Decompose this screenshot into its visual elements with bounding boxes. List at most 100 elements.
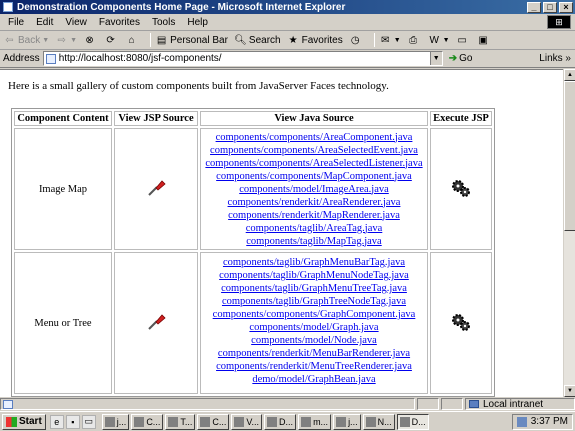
column-header: Component Content — [14, 111, 112, 126]
folder-icon — [336, 416, 347, 427]
discuss-icon: ▭ — [457, 34, 467, 46]
scroll-up-button[interactable]: ▲ — [564, 69, 575, 81]
menu-file[interactable]: File — [2, 17, 30, 28]
search-icon: 🔍︎ — [234, 34, 247, 46]
task-button[interactable]: C... — [197, 413, 230, 430]
print-button[interactable]: ⎙ — [407, 34, 422, 47]
command-prompt-icon[interactable]: ▪ — [65, 414, 80, 429]
java-source-link[interactable]: components/model/ImageArea.java — [201, 183, 427, 196]
java-source-link[interactable]: components/components/AreaSelectedListen… — [201, 157, 427, 170]
home-button[interactable]: ⌂ — [125, 34, 140, 47]
task-button[interactable]: D... — [264, 413, 297, 430]
java-source-link[interactable]: components/taglib/MapTag.java — [201, 235, 427, 248]
address-url[interactable]: http://localhost:8080/jsf-components/ — [59, 53, 430, 64]
mail-button[interactable]: ✉ ▼ — [379, 34, 401, 47]
desktop-icon[interactable]: ▭ — [81, 414, 96, 429]
address-input[interactable]: http://localhost:8080/jsf-components/ ▼ — [42, 51, 443, 66]
stop-button[interactable]: ⊗ — [83, 34, 98, 47]
intranet-icon — [469, 400, 479, 408]
java-source-link[interactable]: components/renderkit/MapRenderer.java — [201, 209, 427, 222]
java-source-link[interactable]: components/renderkit/MenuTreeRenderer.ja… — [201, 360, 427, 373]
close-button[interactable]: × — [559, 1, 573, 13]
menu-edit[interactable]: Edit — [30, 17, 59, 28]
personal-bar-button[interactable]: ▤ Personal Bar — [155, 34, 228, 47]
task-button[interactable]: j... — [333, 413, 361, 430]
forward-button[interactable]: ⇨ ▼ — [55, 34, 77, 47]
edit-button[interactable]: W ▼ — [428, 34, 449, 47]
task-button[interactable]: V... — [231, 413, 263, 430]
back-button[interactable]: ⇦ Back ▼ — [3, 34, 49, 47]
java-source-link[interactable]: components/components/GraphComponent.jav… — [201, 308, 427, 321]
component-name: Image Map — [14, 128, 112, 250]
java-source-link[interactable]: components/taglib/AreaTag.java — [201, 222, 427, 235]
task-label: V... — [246, 416, 260, 427]
screwdriver-icon — [148, 179, 166, 196]
java-source-link[interactable]: components/renderkit/MenuBarRenderer.jav… — [201, 347, 427, 360]
history-button[interactable]: ◷ — [349, 34, 364, 47]
view-jsp-source-link[interactable] — [114, 252, 198, 394]
java-source-link[interactable]: components/renderkit/AreaRenderer.java — [201, 196, 427, 209]
minimize-button[interactable]: _ — [527, 1, 541, 13]
personal-bar-label: Personal Bar — [170, 34, 228, 46]
gears-icon — [452, 179, 470, 197]
clock[interactable]: 3:37 PM — [531, 416, 568, 427]
gears-icon — [452, 313, 470, 331]
task-button-active[interactable]: D... — [396, 413, 429, 430]
menu-help[interactable]: Help — [181, 17, 214, 28]
java-source-link[interactable]: components/components/AreaComponent.java — [201, 131, 427, 144]
ie-throbber-icon: ⊞ — [547, 15, 571, 29]
console-icon — [168, 416, 179, 427]
search-button[interactable]: 🔍︎ Search — [234, 34, 281, 47]
java-source-link[interactable]: components/taglib/GraphMenuNodeTag.java — [201, 269, 427, 282]
maximize-button[interactable]: □ — [543, 1, 557, 13]
favorites-button[interactable]: ★ Favorites — [287, 34, 343, 47]
stop-icon: ⊗ — [85, 34, 94, 46]
ie-page-icon — [3, 2, 13, 12]
task-button[interactable]: C... — [131, 413, 164, 430]
java-source-link[interactable]: components/components/AreaSelectedEvent.… — [201, 144, 427, 157]
links-button[interactable]: Links » — [539, 53, 571, 64]
menu-view[interactable]: View — [59, 17, 93, 28]
refresh-button[interactable]: ⟳ — [104, 34, 119, 47]
back-label: Back — [18, 34, 41, 46]
print-icon: ⎙ — [409, 34, 418, 46]
scroll-thumb[interactable] — [564, 81, 575, 231]
task-label: D... — [411, 416, 426, 427]
scroll-down-button[interactable]: ▼ — [564, 385, 575, 397]
toolbar-separator — [150, 33, 152, 47]
console-icon — [134, 416, 145, 427]
execute-jsp-link[interactable] — [430, 252, 492, 394]
task-button[interactable]: m... — [298, 413, 332, 430]
ie-launch-icon[interactable]: e — [49, 414, 64, 429]
messenger-button[interactable]: ▣ — [477, 34, 492, 47]
java-source-link[interactable]: demo/model/GraphBean.java — [201, 373, 427, 386]
favorites-icon: ★ — [288, 34, 298, 46]
app-icon — [234, 416, 245, 427]
task-label: N... — [377, 416, 392, 427]
word-edit-icon: W — [429, 34, 439, 46]
task-button[interactable]: T... — [165, 413, 196, 430]
java-source-link[interactable]: components/components/MapComponent.java — [201, 170, 427, 183]
task-button[interactable]: j... — [101, 413, 130, 430]
java-source-link[interactable]: components/taglib/GraphMenuTreeTag.java — [201, 282, 427, 295]
task-label: j... — [116, 416, 127, 427]
network-icon[interactable] — [516, 416, 527, 427]
page-icon — [45, 53, 56, 64]
menu-tools[interactable]: Tools — [146, 17, 181, 28]
task-label: j... — [348, 416, 358, 427]
java-source-link[interactable]: components/taglib/GraphTreeNodeTag.java — [201, 295, 427, 308]
go-button[interactable]: ➔ Go — [449, 53, 473, 64]
vertical-scrollbar[interactable]: ▲ ▼ — [563, 69, 575, 397]
address-dropdown-icon[interactable]: ▼ — [429, 52, 442, 65]
discuss-button[interactable]: ▭ — [456, 34, 471, 47]
start-button[interactable]: Start — [2, 413, 46, 430]
execute-jsp-link[interactable] — [430, 128, 492, 250]
view-jsp-source-link[interactable] — [114, 128, 198, 250]
task-button[interactable]: N... — [362, 413, 395, 430]
ie-icon — [399, 416, 410, 427]
java-source-link[interactable]: components/taglib/GraphMenuBarTag.java — [201, 256, 427, 269]
java-source-link[interactable]: components/model/Node.java — [201, 334, 427, 347]
java-source-link[interactable]: components/model/Graph.java — [201, 321, 427, 334]
menu-favorites[interactable]: Favorites — [93, 17, 146, 28]
folder-icon — [104, 416, 115, 427]
